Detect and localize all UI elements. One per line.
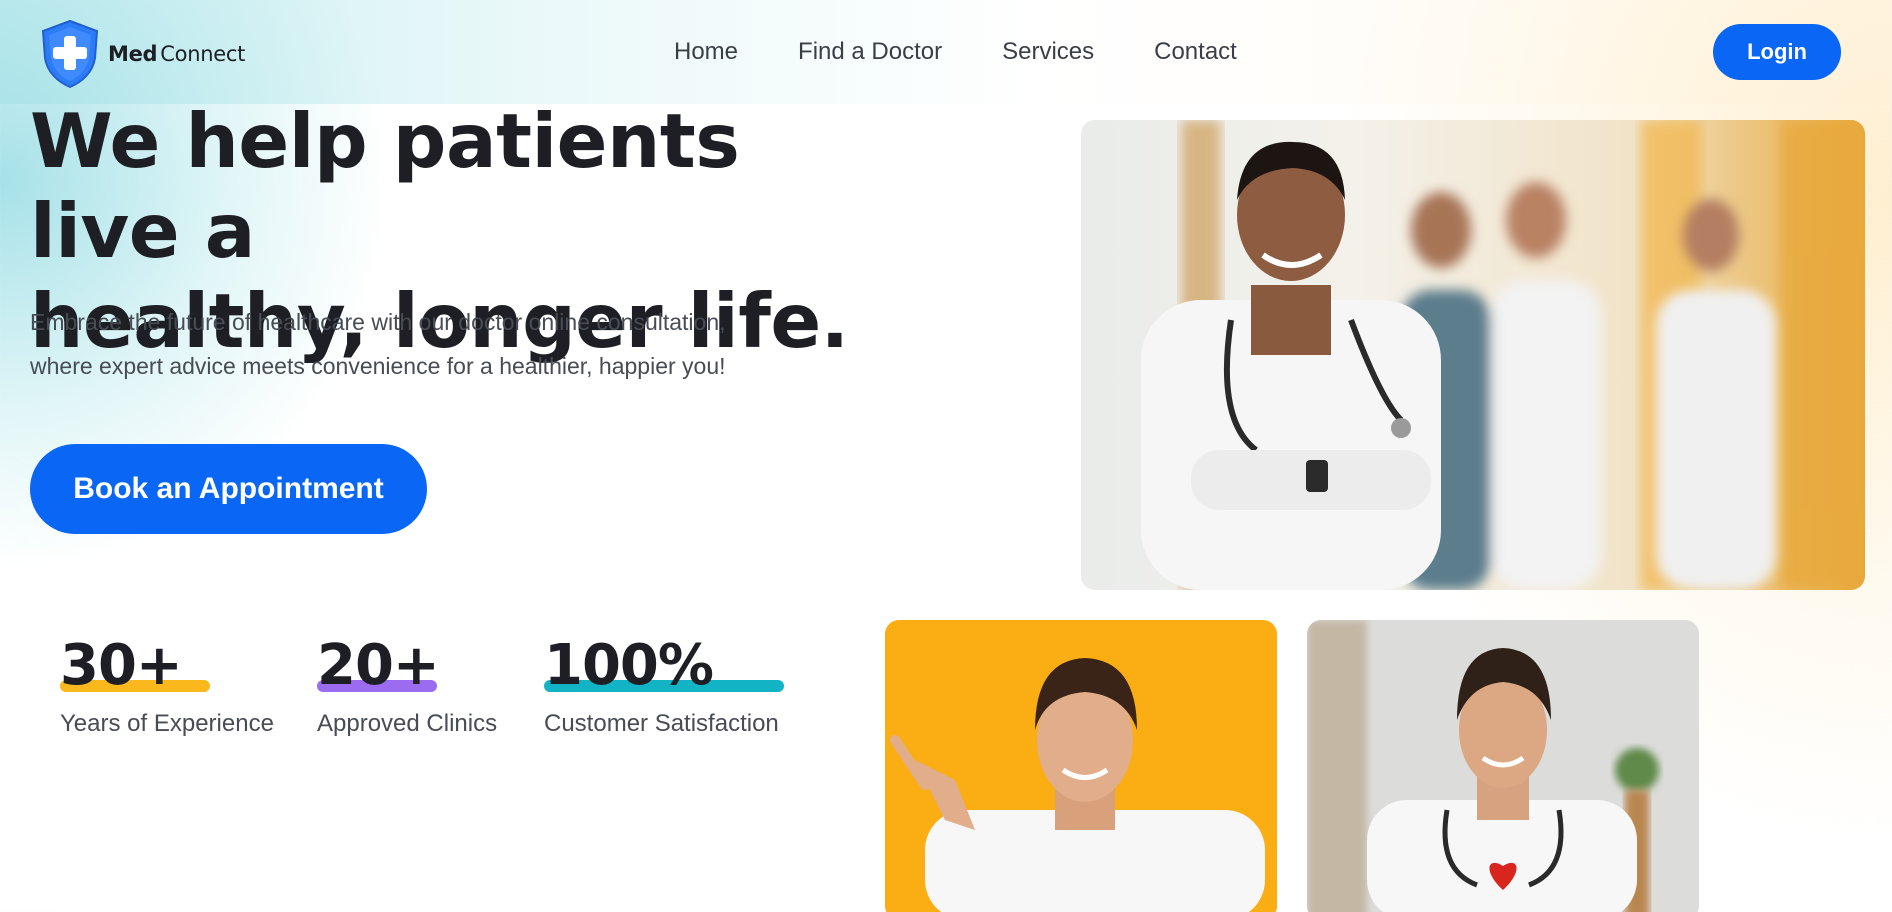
stat-value: 100% <box>544 633 714 698</box>
stat-value: 20+ <box>317 633 440 698</box>
top-navigation: Med Connect Home Find a Doctor Services C… <box>0 0 1892 104</box>
stat-label: Years of Experience <box>60 710 274 737</box>
shield-cross-icon <box>41 19 99 89</box>
stat-approved-clinics: 20+ Approved Clinics <box>317 636 497 738</box>
hero-title-line-1: We help patients live a <box>30 97 740 275</box>
doctor-pointing-photo <box>885 620 1277 912</box>
book-appointment-button[interactable]: Book an Appointment <box>30 444 427 534</box>
login-button[interactable]: Login <box>1713 24 1841 80</box>
doctor-holding-heart-photo <box>1307 620 1699 912</box>
team-of-doctors-photo <box>1081 120 1865 590</box>
stat-label: Approved Clinics <box>317 710 498 737</box>
brand-name: Med Connect <box>108 42 245 66</box>
nav-link-contact[interactable]: Contact <box>1154 38 1237 66</box>
stat-label: Customer Satisfaction <box>544 710 779 737</box>
hero-subtitle-line-1: Embrace the future of healthcare with ou… <box>30 309 726 335</box>
brand-name-light: Connect <box>160 42 246 66</box>
brand-logo[interactable]: Med Connect <box>38 18 245 90</box>
hero-subtitle: Embrace the future of healthcare with ou… <box>30 300 850 388</box>
nav-link-find-a-doctor[interactable]: Find a Doctor <box>798 38 942 66</box>
stat-years-experience: 30+ Years of Experience <box>60 636 274 738</box>
hero-subtitle-line-2: where expert advice meets convenience fo… <box>30 353 726 379</box>
stat-value: 30+ <box>60 633 183 698</box>
main-menu: Home Find a Doctor Services Contact <box>674 38 1237 66</box>
nav-link-services[interactable]: Services <box>1002 38 1094 66</box>
nav-link-home[interactable]: Home <box>674 38 738 66</box>
brand-name-bold: Med <box>108 42 158 66</box>
stat-customer-satisfaction: 100% Customer Satisfaction <box>544 633 784 738</box>
